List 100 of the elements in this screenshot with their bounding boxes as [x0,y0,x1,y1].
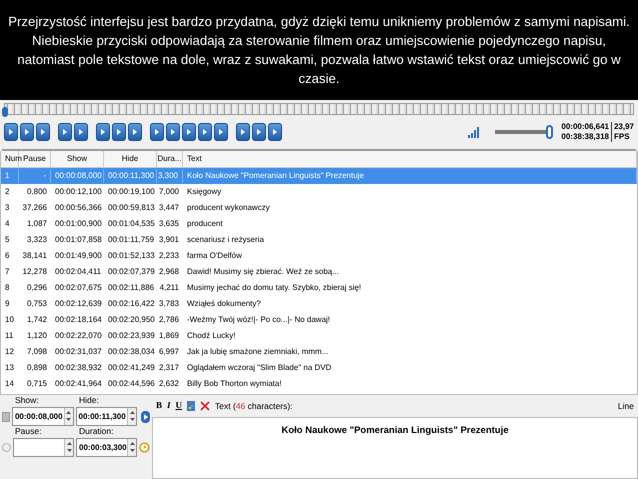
column-header[interactable]: Dura... [157,151,183,167]
subtitle-text-area[interactable]: Koło Naukowe "Pomeranian Linguists" Prezentuje [152,417,638,479]
hide-time-field[interactable]: 00:00:11,300 [76,407,138,426]
subtitle-row[interactable]: 4 1,087 00:01:00,900 00:01:04,535 3,635 producent [1,216,637,232]
table-cell-text: 00:00:12,100 [54,186,103,198]
table-cell-text: 00:02:44,596 [107,378,156,390]
subtitle-row[interactable]: 12 7,098 00:02:31,037 00:02:38,034 6,997 Jak ja lubię smażone ziemniaki, mmm... [1,344,637,360]
toolbar-button[interactable] [214,123,228,141]
table-cell-text: producent [186,218,224,230]
toolbar-button[interactable] [36,123,50,141]
table-cell-text: 6 [4,250,10,262]
table-cell-text: 00:02:07,379 [107,266,156,278]
subtitle-row[interactable]: 7 12,278 00:02:04,411 00:02:07,379 2,968 Dawid! Musimy się zbierać. Weź ze sobą... [1,264,637,280]
table-cell-text: 0,715 [26,378,48,390]
table-cell: 00:00:08,000 [51,169,104,183]
bold-button[interactable]: B [156,399,162,413]
subtitle-row[interactable]: 3 37,266 00:00:56,366 00:00:59,813 3,447 producent wykonawczy [1,200,637,216]
toolbar-button[interactable] [268,123,282,141]
table-cell-text: 7,098 [26,346,48,358]
table-cell-text: 00:02:18,164 [54,314,103,326]
duration-label: Duration: [79,425,114,438]
table-cell: - [19,169,51,183]
column-header[interactable]: Show [51,151,104,167]
toolbar-button[interactable] [182,123,196,141]
table-cell-text: 00:00:19,100 [107,186,156,198]
table-cell-text: 00:02:11,886 [107,282,156,294]
table-cell-text: -Weźmy Twój wóz!|- Po co...|- No dawaj! [186,314,332,326]
subtitle-row[interactable]: 10 1,742 00:02:18,164 00:02:20,950 2,786 -Weźmy Twój wóz!|- Po co...|- No dawaj! [1,312,637,328]
column-header[interactable]: Num [1,151,19,167]
table-cell-text: Dawid! Musimy się zbierać. Weź ze sobą... [186,266,340,278]
toolbar-button[interactable] [128,123,142,141]
set-time-button[interactable] [141,410,150,422]
duration-time-field[interactable]: 00:00:03,300 [76,438,138,457]
toolbar-button[interactable] [150,123,164,141]
toolbar-button[interactable] [20,123,34,141]
text-label: Text ( [215,400,236,412]
table-cell-text: 8 [4,282,10,294]
toolbar-button[interactable] [112,123,126,141]
column-header[interactable]: Text [183,151,637,167]
italic-button[interactable]: I [167,399,171,413]
table-cell-text: 0,296 [26,282,48,294]
waveform-track[interactable] [4,103,634,115]
table-cell-text: 3,447 [158,202,180,214]
toolbar-button[interactable] [4,123,18,141]
table-cell-text: Oglądałem wczoraj "Slim Blade" na DVD [186,362,332,374]
character-count: 46 [236,400,246,412]
toolbar-button[interactable] [74,123,88,141]
table-cell-text: 2,968 [158,266,180,278]
table-cell-text: 4 [4,218,10,230]
table-cell-text: 12 [4,346,15,358]
table-cell-text: 00:02:12,639 [54,298,103,310]
table-cell-text: Chodź Lucky! [186,330,236,342]
table-cell-text: 00:02:41,964 [54,378,103,390]
toolbar-button[interactable] [236,123,250,141]
table-cell-text: 00:01:52,133 [107,250,156,262]
table-cell-text: 00:02:38,932 [54,362,103,374]
toolbar-button[interactable] [252,123,266,141]
subtitle-row[interactable]: 8 0,296 00:02:07,675 00:02:11,886 4,211 Musimy jechać do domu taty. Szybko, zbieraj się! [1,280,637,296]
subtitle-row[interactable]: 6 38,141 00:01:49,900 00:01:52,133 2,233 farma O'Delfów [1,248,637,264]
subtitle-row[interactable]: 9 0,753 00:02:12,639 00:02:16,422 3,783 Wziąłeś dokumenty? [1,296,637,312]
table-cell-text: 2,632 [158,378,180,390]
subtitle-row[interactable]: 5 3,323 00:01:07,858 00:01:11,759 3,901 scenariusz i reżyseria [1,232,637,248]
table-cell-text: 0,753 [26,298,48,310]
subtitle-row[interactable]: 14 0,715 00:02:41,964 00:02:44,596 2,632 Billy Bob Thorton wymiata! [1,376,637,392]
table-cell-text: 38,141 [22,250,48,262]
table-cell-text: 0,800 [26,186,48,198]
subtitle-row[interactable]: 13 0,898 00:02:38,932 00:02:41,249 2,317 Oglądałem wczoraj "Slim Blade" na DVD [1,360,637,376]
total-time: 00:38:38,318 [561,132,609,142]
table-cell-text: 00:01:11,759 [107,234,156,246]
hide-label: Hide: [79,394,99,407]
fps-label: FPS [614,132,631,142]
table-cell: Koło Naukowe "Pomeranian Linguists" Prezentuje [183,169,637,183]
color-palette-icon[interactable] [187,401,196,411]
toolbar-button[interactable] [58,123,72,141]
fps-value: 23,97 [614,122,634,132]
table-cell-text: 00:00:56,366 [54,202,103,214]
toolbar-button[interactable] [198,123,212,141]
table-cell-text: 4,211 [158,282,180,294]
subtitle-row[interactable]: 11 1,120 00:02:22,070 00:02:23,939 1,869 Chodź Lucky! [1,328,637,344]
subtitle-row[interactable]: 2 0,800 00:00:12,100 00:00:19,100 7,000 Księgowy [1,184,637,200]
toolbar-button[interactable] [166,123,180,141]
position-thumb[interactable] [2,107,8,117]
play-icon [8,128,14,136]
table-cell-text: 13 [4,362,15,374]
toolbar-button[interactable] [96,123,110,141]
underline-button[interactable]: U [176,399,182,413]
column-header[interactable]: Hide [104,151,157,167]
table-cell-text: 0,898 [26,362,48,374]
square-icon [2,412,10,422]
pause-time-field[interactable] [12,438,74,457]
table-cell-text: 37,266 [22,202,48,214]
close-icon[interactable] [200,401,210,411]
volume-thumb[interactable] [546,125,554,139]
lines-label: Line [618,400,634,412]
table-cell-text: Jak ja lubię smażone ziemniaki, mmm... [186,346,330,358]
show-time-field[interactable]: 00:00:08,000 [12,407,74,426]
volume-slider[interactable] [495,125,554,139]
table-cell-text: 00:02:23,939 [107,330,156,342]
pause-label: Pause: [15,425,42,438]
table-cell-text: 11 [4,330,14,342]
